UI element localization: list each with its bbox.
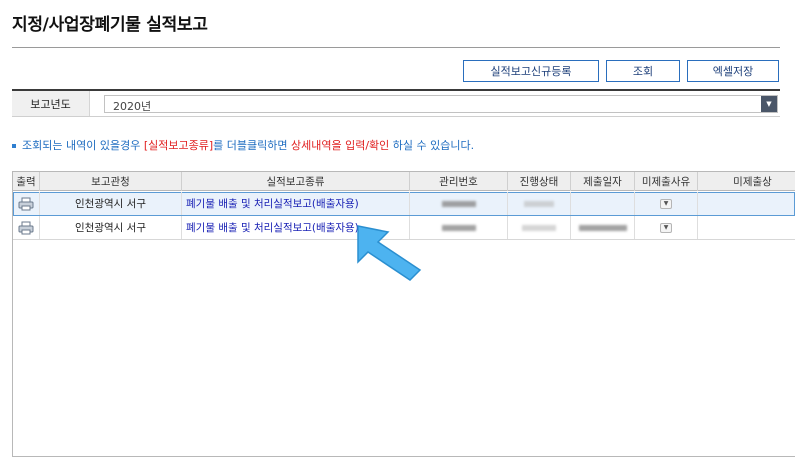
- reason-select[interactable]: ▼: [660, 222, 672, 233]
- status-cell: [508, 216, 571, 239]
- manage-no-cell: [410, 192, 508, 215]
- col-report-type[interactable]: 실적보고종류: [182, 172, 410, 191]
- report-grid: 출력 보고관청 실적보고종류 관리번호 진행상태 제출일자 미제출사유 미제출상…: [12, 171, 795, 457]
- report-type-link[interactable]: 폐기물 배출 및 처리실적보고(배출자용): [182, 192, 410, 215]
- notice-part2: 를 더블클릭: [213, 139, 268, 152]
- chevron-down-icon[interactable]: ▼: [761, 96, 777, 112]
- print-cell[interactable]: [13, 216, 40, 239]
- reason-cell: ▼: [635, 192, 698, 215]
- col-status[interactable]: 진행상태: [508, 172, 571, 191]
- notice-part3: 하면: [267, 139, 291, 152]
- year-value: 2020년: [113, 100, 152, 113]
- col-print[interactable]: 출력: [13, 172, 40, 191]
- excel-export-button[interactable]: 엑셀저장: [687, 60, 779, 82]
- submit-date-cell: [571, 216, 635, 239]
- office-cell: 인천광역시 서구: [40, 192, 182, 215]
- year-select[interactable]: 2020년 ▼: [104, 95, 778, 113]
- notice-highlight1: [실적보고종류]: [143, 139, 214, 152]
- printer-icon[interactable]: [18, 221, 34, 235]
- register-report-button[interactable]: 실적보고신규등록: [463, 60, 599, 82]
- year-label: 보고년도: [12, 91, 90, 116]
- table-row[interactable]: 인천광역시 서구 폐기물 배출 및 처리실적보고(배출자용) ▼: [13, 192, 795, 216]
- col-office[interactable]: 보고관청: [40, 172, 182, 191]
- office-cell: 인천광역시 서구: [40, 216, 182, 239]
- col-reason[interactable]: 미제출사유: [635, 172, 698, 191]
- reason-select[interactable]: ▼: [660, 198, 672, 209]
- reason-detail-cell: [698, 216, 795, 239]
- printer-icon[interactable]: [18, 197, 34, 211]
- notice-highlight2: 상세내역을 입력/확인: [290, 139, 390, 152]
- search-button[interactable]: 조회: [606, 60, 680, 82]
- print-cell[interactable]: [13, 192, 40, 215]
- filter-row: 보고년도 2020년 ▼: [12, 91, 780, 117]
- bullet-icon: [12, 144, 16, 148]
- col-reason-detail[interactable]: 미제출상: [698, 172, 795, 191]
- notice-text: 조회되는 내역이 있을경우 [실적보고종류]를 더블클릭하면 상세내역을 입력/…: [12, 137, 474, 153]
- grid-header: 출력 보고관청 실적보고종류 관리번호 진행상태 제출일자 미제출사유 미제출상: [13, 172, 795, 191]
- status-cell: [508, 192, 571, 215]
- reason-cell: ▼: [635, 216, 698, 239]
- submit-date-cell: [571, 192, 635, 215]
- page-title: 지정/사업장폐기물 실적보고: [12, 15, 208, 35]
- col-manage-no[interactable]: 관리번호: [410, 172, 508, 191]
- page: 지정/사업장폐기물 실적보고 실적보고신규등록 조회 엑셀저장 보고년도 202…: [0, 0, 800, 457]
- title-divider: [12, 47, 780, 48]
- reason-detail-cell: [698, 192, 795, 215]
- notice-part1: 조회되는 내역이 있을경우: [22, 139, 144, 152]
- pointer-arrow-icon: [357, 225, 422, 281]
- col-submit-date[interactable]: 제출일자: [571, 172, 635, 191]
- notice-part4: 하실 수 있습니다.: [389, 139, 475, 152]
